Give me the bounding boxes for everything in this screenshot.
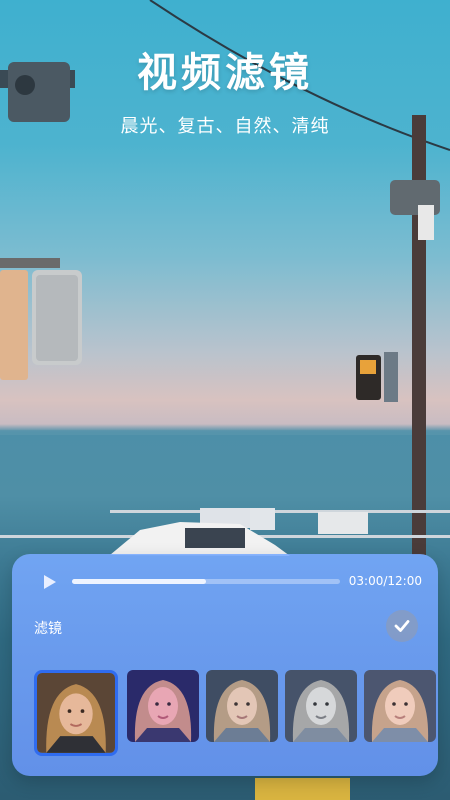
check-icon <box>394 620 410 632</box>
filter-thumb-retro[interactable] <box>206 670 278 742</box>
progress-fill <box>72 579 206 584</box>
app-screen: 视频滤镜 晨光、复古、自然、清纯 03:00/12:00 滤镜 <box>0 0 450 800</box>
portrait-image <box>206 670 278 742</box>
header: 视频滤镜 晨光、复古、自然、清纯 <box>0 40 450 138</box>
portrait-image <box>285 670 357 742</box>
filter-thumb-natural[interactable] <box>285 670 357 742</box>
filter-thumb-dawn[interactable] <box>127 670 199 742</box>
confirm-button[interactable] <box>386 610 418 642</box>
time-readout: 03:00/12:00 <box>348 574 422 588</box>
portrait-image <box>364 670 436 742</box>
page-title: 视频滤镜 <box>137 50 313 96</box>
filter-label: 滤镜 <box>34 621 62 637</box>
portrait-image <box>37 673 115 753</box>
progress-bar[interactable] <box>72 579 340 584</box>
filter-thumb-original[interactable] <box>34 670 118 756</box>
page-subtitle: 晨光、复古、自然、清纯 <box>120 116 330 137</box>
filter-panel: 03:00/12:00 滤镜 <box>12 554 438 776</box>
play-icon[interactable] <box>42 574 58 590</box>
filter-thumbnails <box>34 670 436 756</box>
filter-thumb-pure[interactable] <box>364 670 436 742</box>
portrait-image <box>127 670 199 742</box>
